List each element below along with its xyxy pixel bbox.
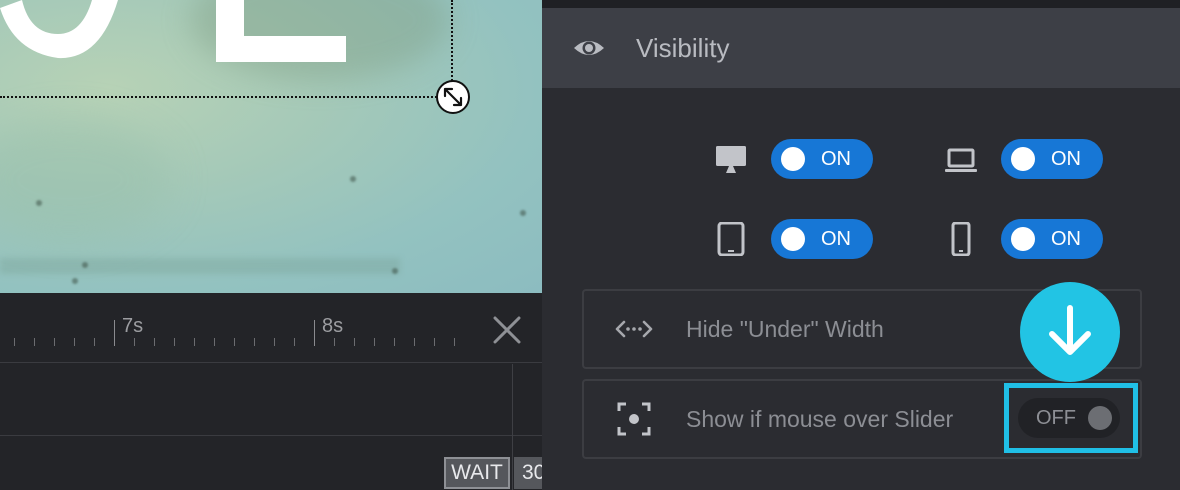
background-smear: [0, 258, 400, 274]
close-icon[interactable]: [490, 313, 524, 347]
timeline: 7s 8s WAIT 30: [0, 293, 554, 490]
toggle-knob: [781, 227, 805, 251]
pointer-arrow-badge: [1020, 282, 1120, 382]
toggle-state-label: ON: [1051, 227, 1081, 250]
wait-badge[interactable]: WAIT: [444, 457, 510, 489]
timeline-track[interactable]: [0, 364, 542, 436]
toggle-state-label: OFF: [1036, 406, 1076, 429]
phone-visibility-toggle[interactable]: ON: [1001, 219, 1103, 259]
background-speck: [392, 268, 398, 274]
toggle-state-label: ON: [821, 147, 851, 170]
show-mouse-over-label: Show if mouse over Slider: [686, 405, 954, 432]
toggle-knob: [781, 147, 805, 171]
background-speck: [72, 278, 78, 284]
background-blur: [0, 120, 170, 240]
background-speck: [520, 210, 526, 216]
panel-topbar: [542, 0, 1180, 8]
toggle-state-label: ON: [821, 227, 851, 250]
desktop-icon: [716, 146, 746, 173]
time-ruler[interactable]: 7s 8s: [0, 293, 542, 363]
toggle-state-label: ON: [1051, 147, 1081, 170]
visibility-panel: Visibility ON ON ON ON Hide "Under" Widt…: [542, 0, 1180, 490]
resize-handle[interactable]: [436, 80, 470, 114]
focus-target-icon: [617, 402, 651, 436]
show-mouse-over-toggle[interactable]: OFF: [1018, 398, 1120, 438]
background-speck: [350, 176, 356, 182]
toggle-knob: [1088, 406, 1112, 430]
ruler-label-8s: 8s: [322, 315, 344, 337]
ruler-tick: [114, 320, 115, 346]
slide-text-glyphs: [0, 0, 346, 62]
tablet-visibility-toggle[interactable]: ON: [771, 219, 873, 259]
arrow-down-icon: [1049, 305, 1091, 355]
hide-under-width-label: Hide "Under" Width: [686, 315, 884, 342]
background-speck: [36, 200, 42, 206]
ruler-tick: [314, 320, 315, 346]
background-speck: [82, 262, 88, 268]
desktop-visibility-toggle[interactable]: ON: [771, 139, 873, 179]
ruler-label-7s: 7s: [122, 315, 144, 337]
editor-screen: 7s 8s WAIT 30 Visibility ON ON ON ON Hid…: [0, 0, 1180, 490]
selection-border: [0, 96, 452, 98]
panel-title: Visibility: [636, 32, 730, 63]
laptop-icon: [945, 148, 977, 172]
tablet-icon: [717, 222, 745, 256]
toggle-knob: [1011, 147, 1035, 171]
eye-icon: [574, 41, 604, 55]
visibility-header[interactable]: Visibility: [542, 8, 1180, 88]
slide-canvas[interactable]: [0, 0, 542, 293]
toggle-knob: [1011, 227, 1035, 251]
resize-icon: [443, 87, 463, 107]
laptop-visibility-toggle[interactable]: ON: [1001, 139, 1103, 179]
timeline-divider: [512, 364, 513, 490]
width-arrows-icon: [615, 320, 653, 338]
phone-icon: [951, 222, 971, 256]
